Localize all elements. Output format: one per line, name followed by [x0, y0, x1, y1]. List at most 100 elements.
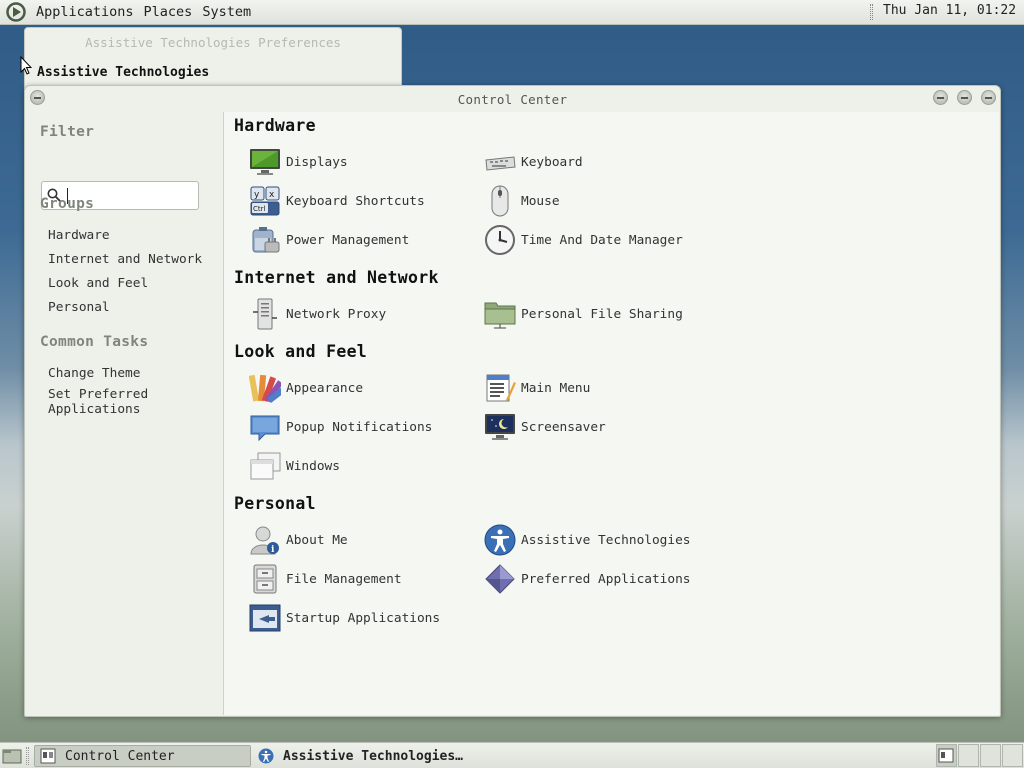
groups-heading: Groups	[40, 196, 95, 212]
applet-keyboard-shortcuts[interactable]: y x Ctrl Keyboard Shortcuts	[248, 184, 425, 218]
applet-main-menu[interactable]: Main Menu	[483, 371, 590, 405]
svg-text:Ctrl: Ctrl	[253, 205, 266, 213]
applet-time-and-date[interactable]: Time And Date Manager	[483, 223, 683, 257]
task-link-set-preferred-applications[interactable]: Set Preferred Applications	[48, 387, 148, 417]
applet-about-me[interactable]: i About Me	[248, 523, 348, 557]
category-heading-personal: Personal	[234, 494, 316, 513]
keyboard-icon	[483, 145, 517, 179]
maximize-button[interactable]	[957, 90, 972, 105]
dialog-heading: Assistive Technologies	[37, 65, 210, 80]
applet-label: Popup Notifications	[286, 419, 433, 435]
workspace-4[interactable]	[1002, 744, 1023, 767]
main-menu-icon	[483, 371, 517, 405]
screensaver-icon	[483, 410, 517, 444]
applet-label: Mouse	[521, 193, 560, 209]
applet-label: Preferred Applications	[521, 571, 691, 587]
appearance-icon	[248, 371, 282, 405]
show-desktop-icon[interactable]	[2, 747, 22, 765]
category-heading-hardware: Hardware	[234, 116, 316, 135]
window-title: Control Center	[457, 92, 568, 107]
applet-appearance[interactable]: Appearance	[248, 371, 363, 405]
folder-share-icon	[483, 297, 517, 331]
task-link-change-theme[interactable]: Change Theme	[48, 366, 140, 381]
applet-power-management[interactable]: Power Management	[248, 223, 409, 257]
top-panel: Applications Places System Thu Jan 11, 0…	[0, 0, 1024, 25]
close-button[interactable]	[981, 90, 996, 105]
power-icon	[248, 223, 282, 257]
taskbar-label: Assistive Technologies…	[283, 748, 464, 764]
startup-icon	[248, 601, 282, 635]
group-link-internet-and-network[interactable]: Internet and Network	[48, 252, 202, 267]
applet-label: Appearance	[286, 380, 364, 396]
applet-label: Time And Date Manager	[521, 232, 683, 248]
keyboard-shortcuts-icon: y x Ctrl	[248, 184, 282, 218]
group-link-personal[interactable]: Personal	[48, 300, 110, 315]
applet-label: Windows	[286, 458, 340, 474]
applet-screensaver[interactable]: Screensaver	[483, 410, 606, 444]
network-proxy-icon	[248, 297, 282, 331]
applet-file-management[interactable]: File Management	[248, 562, 402, 596]
applet-label: Power Management	[286, 232, 410, 248]
applet-startup-applications[interactable]: Startup Applications	[248, 601, 440, 635]
applet-label: Displays	[286, 154, 348, 170]
mouse-icon	[483, 184, 517, 218]
panel-handle[interactable]	[870, 4, 873, 20]
window-title: Assistive Technologies Preferences	[85, 35, 341, 50]
applet-label: About Me	[286, 532, 348, 548]
control-center-content: Hardware Displays Keyboard y x Ctrl Keyboa…	[223, 112, 999, 715]
applet-popup-notifications[interactable]: Popup Notifications	[248, 410, 432, 444]
control-center-window: Control Center Filter Groups Hardware In…	[24, 85, 1001, 717]
applet-label: Keyboard Shortcuts	[286, 193, 425, 209]
distro-logo-icon[interactable]	[5, 1, 27, 23]
applet-label: Startup Applications	[286, 610, 441, 626]
taskbar-button-assistive-technologies[interactable]: Assistive Technologies…	[253, 745, 533, 767]
category-heading-look-and-feel: Look and Feel	[234, 342, 368, 361]
file-management-icon	[248, 562, 282, 596]
applet-mouse[interactable]: Mouse	[483, 184, 560, 218]
group-link-hardware[interactable]: Hardware	[48, 228, 110, 243]
applet-preferred-applications[interactable]: Preferred Applications	[483, 562, 691, 596]
sidebar: Filter Groups Hardware Internet and Netw…	[26, 112, 223, 715]
menu-places[interactable]: Places	[139, 4, 198, 20]
control-center-app-icon	[39, 747, 57, 765]
preferred-apps-icon	[483, 562, 517, 596]
titlebar[interactable]: Control Center	[25, 86, 1000, 112]
bottom-panel: Control Center Assistive Technologies…	[0, 742, 1024, 768]
panel-separator	[26, 747, 29, 765]
group-link-look-and-feel[interactable]: Look and Feel	[48, 276, 148, 291]
applet-label: Personal File Sharing	[521, 306, 683, 322]
taskbar-button-control-center[interactable]: Control Center	[34, 745, 251, 767]
menu-applications[interactable]: Applications	[31, 4, 139, 20]
windows-icon	[248, 449, 282, 483]
accessibility-icon	[257, 747, 275, 765]
accessibility-icon	[483, 523, 517, 557]
applet-label: Main Menu	[521, 380, 591, 396]
filter-heading: Filter	[40, 124, 95, 140]
assistive-tech-preferences-window: Assistive Technologies Preferences Assis…	[24, 27, 402, 89]
applet-displays[interactable]: Displays	[248, 145, 348, 179]
notification-icon	[248, 410, 282, 444]
common-tasks-heading: Common Tasks	[40, 334, 149, 350]
applet-label: Screensaver	[521, 419, 606, 435]
category-heading-internet-and-network: Internet and Network	[234, 268, 439, 287]
about-me-icon: i	[248, 523, 282, 557]
workspace-2[interactable]	[958, 744, 979, 767]
mouse-pointer-icon	[20, 55, 33, 80]
applet-keyboard[interactable]: Keyboard	[483, 145, 583, 179]
applet-label: Assistive Technologies	[521, 532, 691, 548]
applet-label: Network Proxy	[286, 306, 387, 322]
applet-assistive-technologies[interactable]: Assistive Technologies	[483, 523, 691, 557]
menu-system[interactable]: System	[197, 4, 256, 20]
workspace-1[interactable]	[936, 744, 957, 767]
display-icon	[248, 145, 282, 179]
minimize-button[interactable]	[933, 90, 948, 105]
applet-windows[interactable]: Windows	[248, 449, 340, 483]
applet-personal-file-sharing[interactable]: Personal File Sharing	[483, 297, 683, 331]
svg-text:i: i	[271, 545, 275, 555]
taskbar-label: Control Center	[65, 748, 175, 764]
applet-network-proxy[interactable]: Network Proxy	[248, 297, 386, 331]
clock-icon	[483, 223, 517, 257]
applet-label: Keyboard	[521, 154, 583, 170]
clock[interactable]: Thu Jan 11, 01:22	[883, 3, 1016, 18]
workspace-3[interactable]	[980, 744, 1001, 767]
